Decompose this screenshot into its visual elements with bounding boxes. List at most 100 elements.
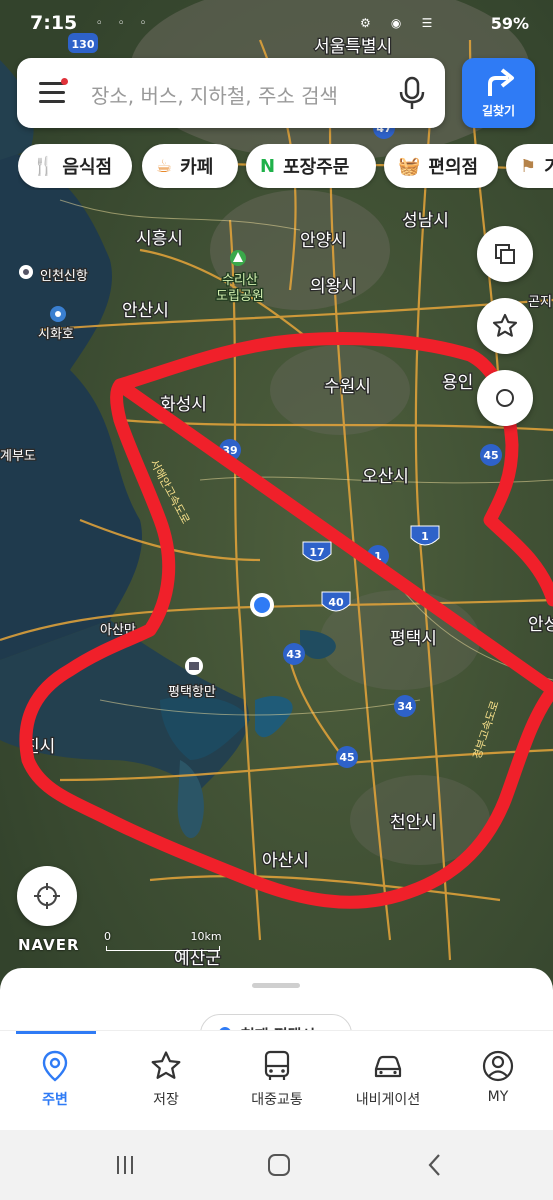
chip-convenience-store[interactable]: 🧺 편의점 — [384, 144, 498, 188]
tab-transit[interactable]: 대중교통 — [222, 1049, 332, 1109]
map-label-suri[interactable]: 수리산 — [221, 272, 259, 290]
route-shield-34: 34 — [394, 695, 416, 717]
park-poi-icon[interactable] — [230, 250, 246, 266]
port-poi-icon[interactable] — [19, 265, 33, 279]
notification-icons: ◦ ◦ ◦ — [96, 18, 153, 29]
tab-my[interactable]: MY — [443, 1049, 553, 1105]
svg-text:34: 34 — [397, 700, 413, 713]
map-label-pyeongtaek[interactable]: 평택시 — [389, 628, 438, 651]
system-navigation-bar — [0, 1130, 553, 1200]
status-bar: 7:15 ◦ ◦ ◦ ⚙ ◉ ☰ 59% — [0, 0, 553, 44]
map-label-suri-park[interactable]: 도립공원 — [215, 288, 265, 306]
map-label-osan[interactable]: 오산시 — [361, 466, 410, 489]
tab-label: 주변 — [42, 1092, 68, 1108]
naver-logo: NAVER — [18, 936, 80, 954]
tab-label: 내비게이션 — [355, 1092, 421, 1108]
bottom-sheet[interactable]: 현재 평택시 — [0, 968, 553, 1056]
map-label-siheung[interactable]: 시흥시 — [135, 228, 184, 251]
lake-poi-icon[interactable] — [50, 306, 66, 322]
bottom-tab-bar: 주변 저장 대중교통 내비게이션 MY — [0, 1030, 553, 1131]
coffee-cup-icon: ☕ — [156, 155, 173, 177]
system-status-icons: ⚙ ◉ ☰ — [360, 16, 441, 30]
map-label-ganghwa[interactable]: 계부도 — [0, 448, 37, 466]
chip-label: 카페 — [180, 157, 214, 178]
tab-navigation[interactable]: 내비게이션 — [333, 1049, 443, 1109]
svg-text:43: 43 — [286, 648, 301, 661]
route-shield-40: 40 — [321, 591, 351, 612]
tab-nearby[interactable]: 주변 — [0, 1049, 110, 1109]
category-chips: 🍴 음식점 ☕ 카페 N 포장주문 🧺 편의점 ⚑ 기 — [18, 144, 553, 190]
port-harbor-poi-icon[interactable] — [185, 657, 203, 675]
sheet-drag-handle[interactable] — [252, 983, 300, 988]
current-location-dot[interactable] — [250, 593, 274, 617]
crosshair-icon — [34, 883, 60, 909]
chip-more[interactable]: ⚑ 기 — [506, 144, 553, 188]
user-icon — [482, 1050, 514, 1082]
route-shield-45-south: 45 — [336, 746, 358, 768]
route-shield-43: 43 — [283, 643, 305, 665]
chip-restaurant[interactable]: 🍴 음식점 — [18, 144, 132, 188]
map-label-anyang[interactable]: 안양시 — [299, 230, 348, 253]
chip-takeout[interactable]: N 포장주문 — [246, 144, 376, 188]
microphone-icon[interactable] — [397, 76, 427, 112]
map-label-incheon-port[interactable]: 인천신항 — [39, 268, 89, 286]
status-time: 7:15 — [30, 12, 78, 34]
search-bar[interactable]: 장소, 버스, 지하철, 주소 검색 — [17, 58, 445, 128]
route-shield-1-expressway: 1 — [410, 525, 440, 546]
tab-saved[interactable]: 저장 — [111, 1049, 221, 1109]
scale-distance: 10km — [190, 930, 222, 943]
directions-button[interactable]: 길찾기 — [462, 58, 535, 128]
svg-text:45: 45 — [339, 751, 354, 764]
location-pin-icon — [42, 1050, 68, 1082]
naver-n-icon: N — [260, 155, 276, 177]
star-icon — [492, 313, 518, 337]
map-label-seongnam[interactable]: 성남시 — [401, 210, 450, 233]
route-shield-17: 17 — [302, 541, 332, 562]
search-placeholder[interactable]: 장소, 버스, 지하철, 주소 검색 — [91, 80, 338, 109]
map-label-ansan[interactable]: 안산시 — [121, 300, 170, 323]
scale-zero: 0 — [104, 930, 111, 943]
layers-icon — [495, 244, 515, 264]
recent-apps-icon[interactable] — [112, 1152, 138, 1178]
directions-label: 길찾기 — [481, 104, 516, 118]
map-scale: 0 10km — [104, 930, 222, 943]
svg-text:45: 45 — [483, 449, 498, 462]
chip-label: 기 — [544, 157, 553, 178]
map-label-yongin[interactable]: 용인 — [441, 372, 475, 395]
favorites-button[interactable] — [477, 298, 533, 354]
map-label-pyeongtaek-port[interactable]: 평택항만 — [167, 684, 217, 702]
map-label-uiwang[interactable]: 의왕시 — [309, 276, 358, 299]
map-label-yesan[interactable]: 예산군 — [173, 948, 222, 971]
svg-text:17: 17 — [309, 546, 324, 559]
my-location-button[interactable] — [17, 866, 77, 926]
map-label-anseong[interactable]: 안성 — [527, 614, 553, 637]
chip-label: 포장주문 — [283, 157, 350, 178]
tab-label: 대중교통 — [251, 1092, 303, 1108]
route-shield-45: 45 — [480, 444, 502, 466]
map-label-asan[interactable]: 아산시 — [261, 850, 310, 873]
notification-dot — [61, 78, 68, 85]
active-tab-indicator — [16, 1031, 96, 1034]
svg-text:40: 40 — [328, 596, 344, 609]
star-icon — [151, 1051, 181, 1079]
street-view-button[interactable] — [477, 370, 533, 426]
map-label-gonji[interactable]: 곤지 — [527, 294, 553, 312]
chip-label: 음식점 — [62, 157, 113, 178]
directions-arrow-icon — [488, 68, 514, 96]
back-icon[interactable] — [422, 1152, 448, 1178]
svg-text:1: 1 — [421, 530, 429, 543]
bus-icon — [264, 1050, 290, 1080]
home-icon[interactable] — [266, 1152, 292, 1178]
battery-level: 59% — [490, 14, 529, 33]
map-label-sihwa[interactable]: 시화호 — [37, 326, 75, 344]
target-icon — [496, 389, 514, 407]
hamburger-menu-icon[interactable] — [39, 82, 65, 104]
chip-label: 편의점 — [428, 157, 479, 178]
tab-label: MY — [487, 1089, 509, 1105]
map-label-cheonan[interactable]: 천안시 — [389, 812, 438, 835]
layers-button[interactable] — [477, 226, 533, 282]
map-label-suwon[interactable]: 수원시 — [323, 376, 372, 399]
fork-knife-icon: 🍴 — [32, 155, 55, 177]
scale-bar — [106, 946, 220, 951]
chip-cafe[interactable]: ☕ 카페 — [142, 144, 238, 188]
